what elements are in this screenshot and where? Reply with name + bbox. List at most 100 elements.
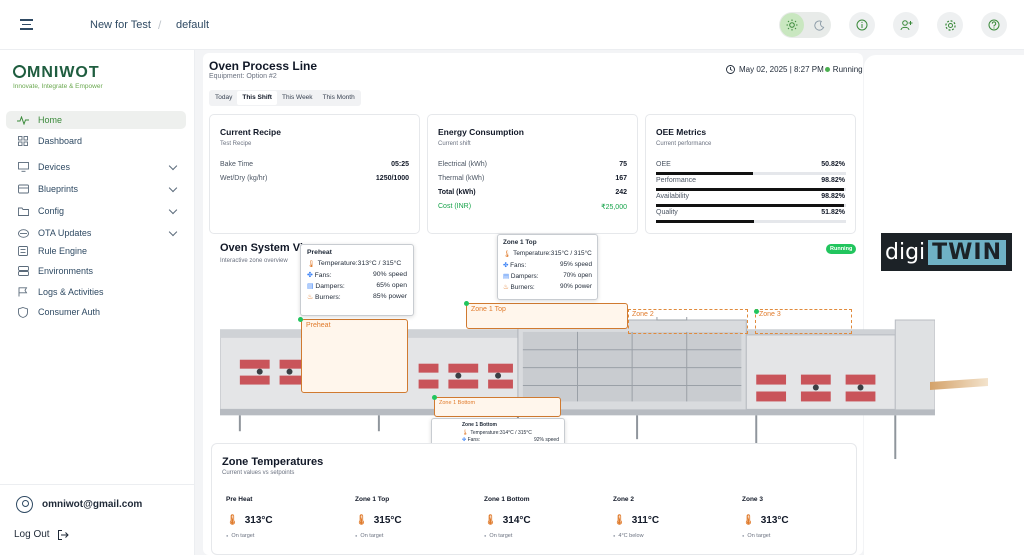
user-profile[interactable]: omniwot@gmail.com [16, 496, 142, 513]
fan-icon: ✤ [307, 272, 313, 279]
tooltip-temperature: Temperature:314°C / 315°C [470, 430, 532, 436]
breadcrumb-project[interactable]: New for Test [90, 19, 151, 31]
sidebar-item-label: Dashboard [38, 136, 83, 146]
chevron-down-icon[interactable] [168, 183, 178, 193]
zone1bottom-tooltip: Zone 1 Bottom 🌡 Temperature:314°C / 315°C… [431, 418, 565, 468]
sidebar-item-ota-updates[interactable]: OTA Updates [6, 224, 186, 242]
sidebar-divider [0, 484, 195, 485]
zone1bottom-zone-box[interactable]: Zone 1 Bottom [434, 397, 561, 417]
thermometer-icon: 🌡 [503, 251, 512, 258]
zone1top-zone-box[interactable]: Zone 1 Top [466, 303, 628, 329]
row-value: 1250/1000 [375, 175, 409, 182]
tooltip-burners-label: Burners: [510, 284, 535, 291]
row-value: 05:25 [391, 161, 409, 168]
page-subtitle: Equipment: Option #2 [209, 73, 277, 80]
tab-this-shift[interactable]: This Shift [237, 91, 277, 105]
sun-icon [780, 13, 804, 37]
row-label: Thermal (kWh) [438, 175, 485, 182]
brand-part2: TWIN [928, 239, 1007, 265]
zone3-status-dot [754, 309, 759, 314]
logo-mark-icon [13, 65, 26, 78]
moon-icon [811, 17, 827, 33]
oven-system-title: Oven System Vi [220, 242, 303, 254]
tab-this-week[interactable]: This Week [277, 91, 318, 105]
chevron-down-icon[interactable] [168, 227, 178, 237]
card-title: OEE Metrics [656, 127, 707, 137]
quality-progress-bar [656, 220, 846, 223]
top-bar: New for Test / default [0, 0, 1024, 50]
row-label: Quality [656, 209, 678, 216]
tooltip-fans: 95% speed [560, 261, 592, 268]
zone2-zone-box[interactable]: Zone 2 [628, 309, 748, 334]
row-label: OEE [656, 161, 671, 168]
logout-icon [57, 529, 69, 540]
time-range-tabs: Today This Shift This Week This Month [209, 90, 361, 106]
info-icon [856, 19, 868, 31]
tooltip-burners-label: Burners: [314, 294, 341, 301]
add-user-button[interactable] [893, 12, 919, 38]
recipe-row: Bake Time 05:25 [220, 161, 409, 168]
row-value: 98.82% [821, 177, 845, 184]
energy-row: Electrical (kWh) 75 [438, 161, 627, 168]
help-button[interactable] [981, 12, 1007, 38]
omniwot-logo[interactable]: MNIWOT Innovate, Integrate & Empower [13, 64, 103, 90]
preheat-status-dot [298, 317, 303, 322]
right-panel [864, 55, 1024, 555]
row-label: Performance [656, 177, 697, 184]
availability-progress-bar [656, 204, 846, 207]
row-value: 50.82% [821, 161, 845, 168]
flame-icon: ♨ [307, 294, 314, 301]
status-bar: May 02, 2025 | 8:27 PM Running [726, 65, 863, 74]
row-value: 242 [615, 189, 627, 196]
card-title: Current Recipe [220, 127, 281, 137]
chevron-down-icon[interactable] [168, 161, 178, 171]
sidebar-item-blueprints[interactable]: Blueprints [6, 180, 186, 198]
breadcrumb-environment[interactable]: default [176, 19, 209, 31]
preheat-zone-box[interactable]: Preheat [301, 319, 408, 393]
tooltip-fans-label: Fans: [467, 437, 481, 443]
tab-today[interactable]: Today [210, 91, 237, 105]
zone1top-tooltip: Zone 1 Top 🌡 Temperature:315°C / 315°C ✤ … [497, 234, 598, 300]
settings-button[interactable] [937, 12, 963, 38]
sidebar-item-rule-engine[interactable]: Rule Engine [6, 242, 186, 260]
info-button[interactable] [849, 12, 875, 38]
sidebar-item-config[interactable]: Config [6, 202, 186, 220]
status-dot [824, 67, 830, 72]
tooltip-title: Preheat [307, 249, 332, 256]
tooltip-fans: 92% speed [533, 437, 559, 443]
chevron-down-icon[interactable] [168, 205, 178, 215]
activity-icon [17, 115, 29, 125]
oee-row: OEE 50.82% [656, 161, 845, 168]
card-subtitle: Current performance [656, 141, 712, 147]
zone1top-status-dot [464, 301, 469, 306]
tooltip-title: Zone 1 Bottom [462, 422, 497, 428]
tab-this-month[interactable]: This Month [318, 91, 360, 105]
sidebar-item-environments[interactable]: Environments [6, 262, 186, 280]
gear-icon [944, 19, 956, 31]
row-label: Cost (INR) [438, 203, 472, 210]
tooltip-burners: 85% power [372, 293, 407, 300]
sidebar-item-dashboard[interactable]: Dashboard [6, 132, 186, 150]
logo-tagline: Innovate, Integrate & Empower [13, 83, 103, 90]
sidebar-item-consumer-auth[interactable]: Consumer Auth [6, 303, 186, 321]
sidebar-item-logs-activities[interactable]: Logs & Activities [6, 283, 186, 301]
oee-row: Performance 98.82% [656, 177, 845, 184]
oven-system-subtitle: Interactive zone overview [220, 258, 288, 264]
tooltip-fans-label: Fans: [510, 262, 527, 269]
damper-icon: ▤ [462, 444, 467, 450]
thermometer-icon: 🌡 [307, 261, 316, 268]
energy-row: Cost (INR) ₹25,000 [438, 203, 627, 211]
zone3-zone-box[interactable]: Zone 3 [755, 309, 852, 334]
sidebar-item-home[interactable]: Home [6, 111, 186, 129]
menu-icon[interactable] [20, 19, 33, 31]
tooltip-title: Zone 1 Top [503, 239, 537, 246]
rule-icon [17, 246, 29, 256]
damper-icon: ▤ [307, 283, 314, 290]
row-value: ₹25,000 [601, 204, 627, 211]
row-value: 51.82% [821, 209, 845, 216]
theme-toggle[interactable] [779, 12, 831, 38]
sidebar-item-label: Home [38, 115, 63, 125]
logout-button[interactable]: Log Out [14, 529, 69, 540]
avatar [16, 496, 33, 513]
sidebar-item-devices[interactable]: Devices [6, 158, 186, 176]
